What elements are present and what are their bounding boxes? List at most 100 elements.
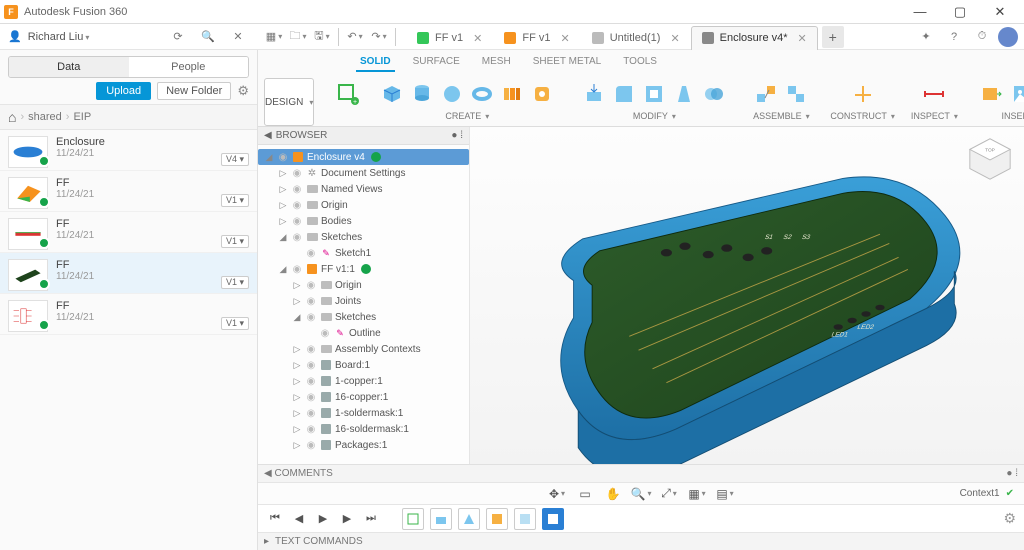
- tree-node[interactable]: ▷ ◉ Bodies: [258, 213, 469, 229]
- expand-icon[interactable]: ▷: [292, 360, 302, 371]
- timeline-feature[interactable]: [402, 508, 424, 530]
- version-badge[interactable]: V1 ▾: [221, 317, 249, 330]
- close-panel-icon[interactable]: ✕: [226, 25, 250, 49]
- file-tab[interactable]: Untitled(1)✕: [581, 26, 691, 50]
- visibility-icon[interactable]: ◉: [305, 248, 317, 259]
- tree-node[interactable]: ◉ Sketch1: [258, 245, 469, 261]
- expand-icon[interactable]: ▷: [292, 392, 302, 403]
- expand-icon[interactable]: ◢: [292, 312, 302, 323]
- data-panel-item[interactable]: FF 11/24/21 V1 ▾: [0, 294, 257, 335]
- qat-save-icon[interactable]: 🖫: [310, 25, 334, 49]
- context-finish-icon[interactable]: ✔: [1006, 488, 1014, 499]
- text-commands-bar[interactable]: ▸ TEXT COMMANDS: [258, 532, 1024, 550]
- search-icon[interactable]: 🔍: [196, 25, 220, 49]
- expand-icon[interactable]: ◢: [264, 152, 274, 163]
- timeline-feature[interactable]: [458, 508, 480, 530]
- expand-icon[interactable]: ▷: [292, 376, 302, 387]
- new-tab-button[interactable]: +: [822, 26, 844, 48]
- qat-redo-icon[interactable]: ↷: [367, 25, 391, 49]
- ribbon-tab[interactable]: SURFACE: [409, 53, 464, 72]
- data-panel-item[interactable]: FF 11/24/21 V1 ▾: [0, 212, 257, 253]
- shell-icon[interactable]: [640, 78, 668, 110]
- comments-bar[interactable]: ◀ COMMENTS ● ⁞: [258, 464, 1024, 482]
- data-panel-item[interactable]: Enclosure 11/24/21 V4 ▾: [0, 130, 257, 171]
- grid-settings-icon[interactable]: ▤: [714, 484, 736, 504]
- display-settings-icon[interactable]: ▦: [686, 484, 708, 504]
- version-badge[interactable]: V1 ▾: [221, 276, 249, 289]
- timeline-end-icon[interactable]: ⏭: [362, 510, 380, 528]
- browser-options-icon[interactable]: ● ⁞: [451, 130, 463, 141]
- visibility-icon[interactable]: ◉: [291, 232, 303, 243]
- notifications-icon[interactable]: ⏱: [970, 25, 994, 49]
- visibility-icon[interactable]: ◉: [305, 296, 317, 307]
- timeline-settings-icon[interactable]: ⚙: [1003, 510, 1016, 527]
- tree-node[interactable]: ▷ ◉ 16-soldermask:1: [258, 421, 469, 437]
- close-tab-icon[interactable]: ✕: [798, 32, 807, 45]
- create-sketch-icon[interactable]: +: [334, 78, 362, 110]
- expand-icon[interactable]: ▷: [278, 216, 288, 227]
- timeline-start-icon[interactable]: ⏮: [266, 510, 284, 528]
- visibility-icon[interactable]: ◉: [305, 360, 317, 371]
- insert-derive-icon[interactable]: [978, 78, 1006, 110]
- tree-node[interactable]: ◢ ◉ FF v1:1: [258, 261, 469, 277]
- tree-node[interactable]: ▷ ◉ Document Settings: [258, 165, 469, 181]
- breadcrumb-item[interactable]: EIP: [73, 111, 91, 123]
- visibility-icon[interactable]: ◉: [305, 424, 317, 435]
- joint-icon[interactable]: [752, 78, 780, 110]
- fit-icon[interactable]: ⤢: [658, 484, 680, 504]
- extensions-icon[interactable]: ✦: [914, 25, 938, 49]
- tab-data[interactable]: Data: [9, 57, 129, 77]
- file-tab[interactable]: Enclosure v4*✕: [691, 26, 818, 50]
- tree-node[interactable]: ▷ ◉ Joints: [258, 293, 469, 309]
- new-folder-button[interactable]: New Folder: [157, 82, 231, 100]
- visibility-icon[interactable]: ◉: [305, 280, 317, 291]
- tree-node[interactable]: ▷ ◉ Origin: [258, 197, 469, 213]
- visibility-icon[interactable]: ◉: [291, 184, 303, 195]
- panel-settings-icon[interactable]: ⚙: [237, 83, 249, 99]
- box-tool-icon[interactable]: [378, 78, 406, 110]
- close-tab-icon[interactable]: ✕: [473, 32, 482, 45]
- visibility-icon[interactable]: ◉: [291, 264, 303, 275]
- visibility-icon[interactable]: ◉: [305, 376, 317, 387]
- tree-node[interactable]: ▷ ◉ 16-copper:1: [258, 389, 469, 405]
- workspace-switcher[interactable]: DESIGN: [264, 78, 314, 126]
- timeline-feature[interactable]: [542, 508, 564, 530]
- insert-decal-icon[interactable]: [1008, 78, 1024, 110]
- tree-node[interactable]: ◢ ◉ Enclosure v4: [258, 149, 469, 165]
- ribbon-tab[interactable]: TOOLS: [619, 53, 661, 72]
- draft-icon[interactable]: [670, 78, 698, 110]
- help-icon[interactable]: ?: [942, 25, 966, 49]
- home-icon[interactable]: [8, 109, 16, 125]
- qat-grid-icon[interactable]: ▦: [262, 25, 286, 49]
- expand-icon[interactable]: ▷: [278, 200, 288, 211]
- sphere-tool-icon[interactable]: [438, 78, 466, 110]
- expand-icon[interactable]: ◢: [278, 264, 288, 275]
- version-badge[interactable]: V4 ▾: [221, 153, 249, 166]
- user-name[interactable]: Richard Liu: [28, 31, 90, 43]
- qat-undo-icon[interactable]: ↶: [343, 25, 367, 49]
- visibility-icon[interactable]: ◉: [305, 408, 317, 419]
- version-badge[interactable]: V1 ▾: [221, 235, 249, 248]
- tree-node[interactable]: ◉ Outline: [258, 325, 469, 341]
- cylinder-tool-icon[interactable]: [408, 78, 436, 110]
- file-tab[interactable]: FF v1✕: [493, 26, 580, 50]
- expand-icon[interactable]: ▷: [292, 296, 302, 307]
- file-tab[interactable]: FF v1✕: [406, 26, 493, 50]
- tree-node[interactable]: ▷ ◉ Origin: [258, 277, 469, 293]
- visibility-icon[interactable]: ◉: [305, 312, 317, 323]
- visibility-icon[interactable]: ◉: [291, 200, 303, 211]
- visibility-icon[interactable]: ◉: [319, 328, 331, 339]
- fillet-icon[interactable]: [610, 78, 638, 110]
- window-close[interactable]: ✕: [980, 0, 1020, 24]
- expand-icon[interactable]: ▷: [292, 344, 302, 355]
- tree-node[interactable]: ▷ ◉ Board:1: [258, 357, 469, 373]
- visibility-icon[interactable]: ◉: [305, 392, 317, 403]
- refresh-icon[interactable]: ⟳: [166, 25, 190, 49]
- tree-node[interactable]: ▷ ◉ Assembly Contexts: [258, 341, 469, 357]
- tree-node[interactable]: ▷ ◉ 1-soldermask:1: [258, 405, 469, 421]
- tree-node[interactable]: ▷ ◉ Named Views: [258, 181, 469, 197]
- press-pull-icon[interactable]: [580, 78, 608, 110]
- 3d-canvas[interactable]: TOP: [470, 127, 1024, 464]
- pipe-tool-icon[interactable]: [528, 78, 556, 110]
- construct-icon[interactable]: [849, 78, 877, 110]
